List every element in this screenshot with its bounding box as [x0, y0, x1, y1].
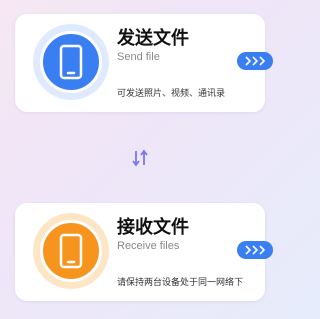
- send-icon-ring: [33, 24, 109, 100]
- receive-icon-ring: [33, 213, 109, 289]
- phone-icon: [40, 220, 102, 282]
- send-go-button[interactable]: [237, 52, 273, 70]
- send-description: 可发送照片、视频、通讯录: [117, 88, 226, 98]
- receive-file-card[interactable]: 接收文件 Receive files 请保持两台设备处于同一网络下: [15, 203, 273, 301]
- chevrons-right-icon: [245, 245, 266, 255]
- phone-icon: [40, 31, 102, 93]
- receive-description: 请保持两台设备处于同一网络下: [117, 277, 244, 287]
- receive-title: 接收文件: [117, 217, 189, 237]
- send-subtitle: Send file: [117, 51, 160, 63]
- send-title: 发送文件: [117, 28, 189, 48]
- transfer-arrows-icon: [130, 148, 150, 168]
- receive-subtitle: Receive files: [117, 240, 180, 252]
- chevrons-right-icon: [245, 56, 266, 66]
- send-file-card[interactable]: 发送文件 Send file 可发送照片、视频、通讯录: [15, 14, 273, 112]
- receive-go-button[interactable]: [237, 241, 273, 259]
